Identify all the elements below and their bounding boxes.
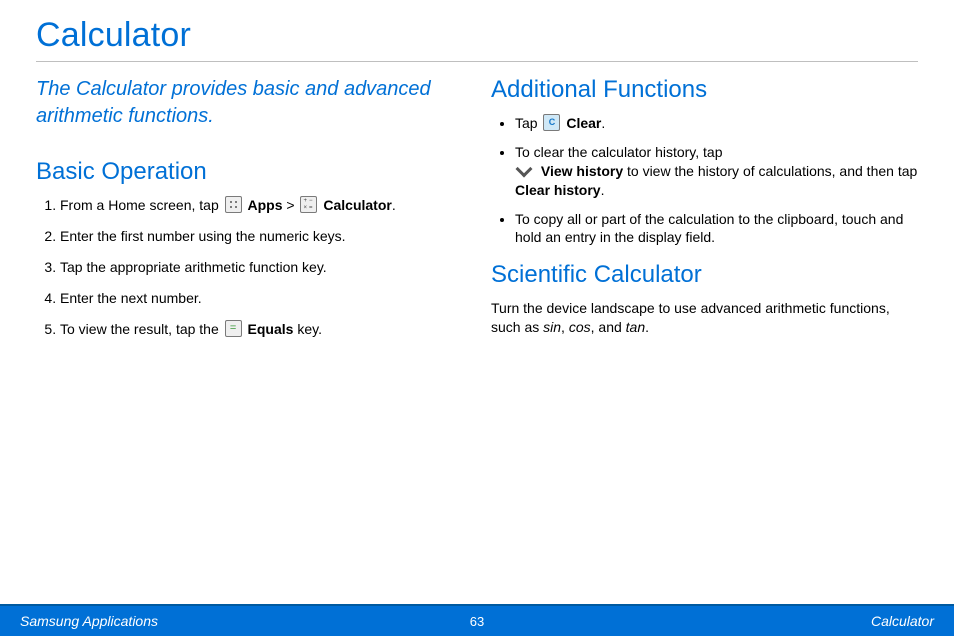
footer-right: Calculator <box>871 613 934 629</box>
bullet-history-end: . <box>601 182 605 198</box>
step-1-gt: > <box>286 197 298 213</box>
footer: Samsung Applications 63 Calculator <box>0 604 954 636</box>
bullet-clear: Tap Clear. <box>515 114 918 133</box>
columns: The Calculator provides basic and advanc… <box>0 62 954 350</box>
additional-functions-list: Tap Clear. To clear the calculator histo… <box>491 114 918 247</box>
step-1-end: . <box>392 197 396 213</box>
step-2: Enter the first number using the numeric… <box>60 227 463 246</box>
page: Calculator The Calculator provides basic… <box>0 0 954 636</box>
clear-label: Clear <box>566 115 601 131</box>
footer-left: Samsung Applications <box>20 613 158 629</box>
scientific-calculator-heading: Scientific Calculator <box>491 261 918 289</box>
sci-c2: , and <box>591 319 626 335</box>
bullet-history: To clear the calculator history, tap Vie… <box>515 143 918 200</box>
title-wrap: Calculator <box>0 0 954 55</box>
sci-c1: , <box>561 319 569 335</box>
bullet-copy: To copy all or part of the calculation t… <box>515 210 918 248</box>
apps-label: Apps <box>248 197 283 213</box>
equals-label: Equals <box>248 321 294 337</box>
scientific-text: Turn the device landscape to use advance… <box>491 299 918 337</box>
apps-icon <box>225 196 242 213</box>
sci-end: . <box>645 319 649 335</box>
basic-operation-heading: Basic Operation <box>36 158 463 186</box>
step-1: From a Home screen, tap Apps > Calculato… <box>60 196 463 215</box>
intro-text: The Calculator provides basic and advanc… <box>36 76 463 130</box>
calculator-label: Calculator <box>323 197 391 213</box>
page-title: Calculator <box>36 16 918 55</box>
left-column: The Calculator provides basic and advanc… <box>36 76 463 350</box>
chevron-down-icon <box>515 164 535 178</box>
additional-functions-heading: Additional Functions <box>491 76 918 104</box>
calculator-icon <box>300 196 317 213</box>
clear-icon <box>543 114 560 131</box>
bullet-clear-end: . <box>601 115 605 131</box>
step-5: To view the result, tap the Equals key. <box>60 320 463 339</box>
bullet-history-a: To clear the calculator history, tap <box>515 144 723 160</box>
equals-icon <box>225 320 242 337</box>
bullet-history-b: to view the history of calculations, and… <box>627 163 917 179</box>
right-column: Additional Functions Tap Clear. To clear… <box>491 76 918 350</box>
step-3: Tap the appropriate arithmetic function … <box>60 258 463 277</box>
view-history-label: View history <box>541 163 623 179</box>
basic-operation-steps: From a Home screen, tap Apps > Calculato… <box>36 196 463 338</box>
sin-fn: sin <box>543 319 561 335</box>
bullet-clear-tap: Tap <box>515 115 541 131</box>
step-1-text-a: From a Home screen, tap <box>60 197 223 213</box>
footer-page-number: 63 <box>470 614 484 629</box>
step-4: Enter the next number. <box>60 289 463 308</box>
tan-fn: tan <box>626 319 645 335</box>
step-5-end: key. <box>293 321 322 337</box>
step-5-text-a: To view the result, tap the <box>60 321 223 337</box>
clear-history-label: Clear history <box>515 182 601 198</box>
cos-fn: cos <box>569 319 591 335</box>
